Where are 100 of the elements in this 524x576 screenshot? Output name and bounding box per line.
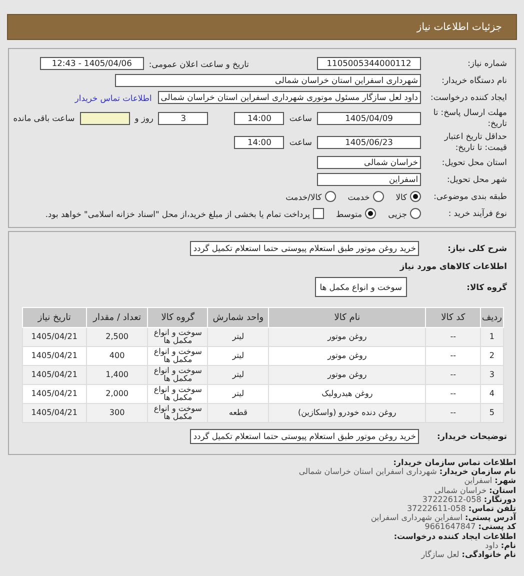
contact-value: لعل سازگار <box>421 550 460 559</box>
contact-label: کد پستی: <box>478 522 516 532</box>
table-cell: لیتر <box>208 328 268 346</box>
notes-field: خرید روغن موتور طبق استعلام پیوستی حتما استعلام تکمیل گردد <box>190 428 419 444</box>
checkbox-label: پرداخت تمام یا بخشی از مبلغ خرید،از محل "اسناد خزانه اسلامی" خواهد بود. <box>45 208 310 218</box>
checkbox[interactable] <box>313 208 324 219</box>
field-label: شرح کلی نیاز: <box>446 242 508 254</box>
city-field: اسفراین <box>317 173 421 186</box>
table-cell: 2,000 <box>86 384 148 404</box>
radio-label: کالا <box>396 192 407 202</box>
table-cell: 1405/04/21 <box>22 404 86 422</box>
field-label: شهر محل تحویل: <box>446 174 508 185</box>
page-title: جزئیات اطلاعات نیاز <box>416 22 502 32</box>
table-cell: سوخت و انواع مکمل ها <box>148 328 208 346</box>
table-cell: 1 <box>480 328 504 346</box>
table-cell: سوخت و انواع مکمل ها <box>148 404 208 422</box>
contact-label: تلفن تماس: <box>468 504 516 513</box>
field-label: استان محل تحویل: <box>440 157 508 168</box>
date-field: 1405/04/09 <box>317 112 421 124</box>
contact-value: شهرداری اسفراین استان خراسان شمالی <box>298 467 437 476</box>
table-cell: سوخت و انواع مکمل ها <box>148 384 208 404</box>
table-cell: -- <box>426 384 480 404</box>
contact-label: استان: <box>489 486 516 495</box>
days-field: 3 <box>158 112 208 124</box>
column-header: تعداد / مقدار <box>86 308 148 328</box>
province-field: خراسان شمالی <box>317 156 421 169</box>
column-header: تاریخ نیاز <box>22 308 86 328</box>
contact-label: دورنگار: <box>484 494 516 504</box>
radio-label: کالا/خدمت <box>286 192 322 202</box>
table-cell: 1405/04/21 <box>22 328 86 346</box>
table-cell: سوخت و انواع مکمل ها <box>148 346 208 366</box>
table-cell: -- <box>426 328 480 346</box>
table-cell: 4 <box>480 384 504 404</box>
days-label: روز و <box>134 113 154 123</box>
table-cell: 2,500 <box>86 328 148 346</box>
table-cell: سوخت و انواع مکمل ها <box>148 366 208 384</box>
table-cell: لیتر <box>208 366 268 384</box>
table-cell: -- <box>426 366 480 384</box>
time-field: 14:00 <box>234 136 284 148</box>
radio-button[interactable] <box>365 208 376 219</box>
table-cell: 1405/04/21 <box>22 346 86 366</box>
remaining-hours-field <box>80 112 130 124</box>
field-label: نوع فرآیند خرید : <box>447 208 508 219</box>
column-header: ردیف <box>480 308 504 328</box>
contact-label: نام سازمان خریدار: <box>439 467 516 476</box>
column-header: گروه کالا <box>148 308 208 328</box>
radio-label: جزیی <box>388 208 407 218</box>
contact-label: نام خانوادگی: <box>462 550 516 559</box>
buyer-field: شهرداری اسفراین استان خراسان شمالی <box>115 74 421 87</box>
table-cell: 1405/04/21 <box>22 384 86 404</box>
radio-button[interactable] <box>410 191 421 202</box>
table-cell: روغن موتور <box>268 328 426 346</box>
field-label: طبقه بندی موضوعی: <box>432 191 508 202</box>
table-cell: 1,400 <box>86 366 148 384</box>
summary-field: خرید روغن موتور طبق استعلام پیوستی حتما استعلام تکمیل گردد <box>190 240 419 256</box>
column-header: نام کالا <box>268 308 426 328</box>
announce-date-field: 1405/04/06 - 12:43 <box>40 57 144 70</box>
section-heading: اطلاعات کالاهای مورد نیاز <box>400 261 508 272</box>
time-label: ساعت <box>289 113 312 123</box>
field-label: تاریخ و ساعت اعلان عمومی: <box>148 58 249 68</box>
contact-value: خراسان شمالی <box>434 486 487 495</box>
field-label: گروه کالا: <box>466 282 508 292</box>
group-field: سوخت و انواع مکمل ها <box>314 277 407 297</box>
table-cell: لیتر <box>208 384 268 404</box>
radio-label: متوسط <box>336 208 362 218</box>
table-cell: لیتر <box>208 346 268 366</box>
contact-value: اسفراین شهرداری اسفراین <box>370 513 462 522</box>
field-label: نام دستگاه خریدار: <box>440 75 508 86</box>
radio-button[interactable] <box>324 191 336 202</box>
field-label: شماره نیاز: <box>466 58 508 69</box>
table-cell: روغن هیدرولیک <box>268 384 426 404</box>
table-cell: 3 <box>480 366 504 384</box>
table-cell: -- <box>426 346 480 366</box>
time-label: ساعت <box>289 137 312 147</box>
contact-link[interactable]: اطلاعات تماس خریدار <box>74 92 152 102</box>
table-cell: 2 <box>480 346 504 366</box>
table-cell: 300 <box>86 404 148 422</box>
radio-label: خدمت <box>348 192 370 202</box>
contact-value: 058-37222611 <box>406 504 466 513</box>
contact-label: نام: <box>500 540 516 550</box>
date-field: 1405/06/23 <box>317 136 421 148</box>
table-cell: روغن موتور <box>268 346 426 366</box>
table-cell: 1405/04/21 <box>22 366 86 384</box>
contact-value: 9661647847 <box>424 522 476 532</box>
contact-heading: اطلاعات ایجاد کننده درخواست: <box>392 532 516 541</box>
contact-value: داود <box>485 540 498 550</box>
table-cell: -- <box>426 404 480 422</box>
remaining-label: ساعت باقی مانده <box>13 113 75 123</box>
table-cell: روغن موتور <box>268 366 426 384</box>
contact-label: آدرس پستی: <box>465 513 516 522</box>
contact-label: شهر: <box>494 476 516 486</box>
radio-button[interactable] <box>372 191 384 202</box>
column-header: کد کالا <box>426 308 480 328</box>
contact-heading: اطلاعات تماس سازمان خریدار: <box>392 458 516 468</box>
creator-field: داود لعل سازگار مسئول موتوری شهرداری اسفراین استان خراسان شمالی <box>158 91 421 104</box>
table-cell: روغن دنده خودرو (واسکازین) <box>268 404 426 422</box>
radio-button[interactable] <box>410 208 421 219</box>
field-label: حداقل تاریخ اعتبار قیمت: تا تاریخ: <box>443 131 508 153</box>
contact-value: 058-37222612 <box>422 494 482 504</box>
table-cell: 400 <box>86 346 148 366</box>
